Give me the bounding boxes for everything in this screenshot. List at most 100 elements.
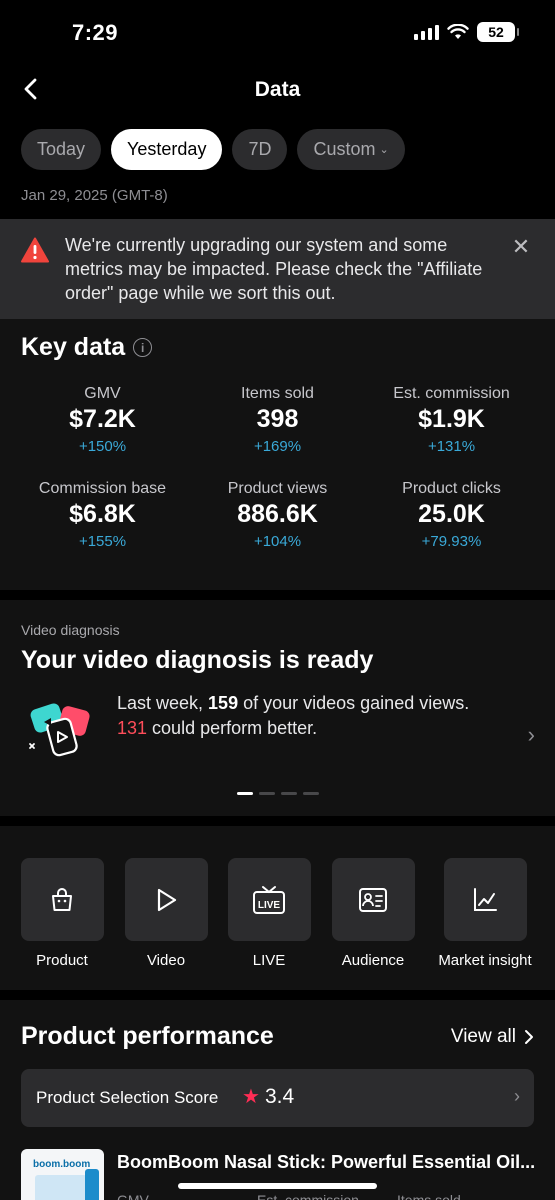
home-indicator[interactable] (178, 1183, 377, 1189)
metric-value: 25.0K (418, 500, 485, 528)
status-time: 7:29 (72, 20, 119, 45)
key-data-section: Key data i GMV $7.2K +150% Items sold 39… (0, 319, 555, 590)
shortcut-icon-box (124, 858, 208, 941)
shortcut-video[interactable]: Video (106, 858, 226, 969)
wifi-icon (447, 24, 469, 39)
carousel-dot (281, 792, 297, 795)
metric-product-views[interactable]: Product views 886.6K +104% (185, 480, 370, 550)
shortcut-icon-box (331, 858, 415, 941)
status-icons: 52 (414, 22, 519, 42)
product-name[interactable]: BoomBoom Nasal Stick: Powerful Essential… (117, 1152, 537, 1173)
live-tv-icon: LIVE (253, 885, 285, 914)
carousel-dot (259, 792, 275, 795)
page-title: Data (254, 78, 301, 101)
carousel-dot (303, 792, 319, 795)
metric-change: +131% (427, 438, 476, 455)
score-value: 3.4 (265, 1085, 295, 1108)
metric-change: +104% (253, 533, 302, 550)
video-diagnosis-illustration-icon (29, 703, 90, 757)
video-diagnosis-card[interactable]: Video diagnosis Your video diagnosis is … (0, 600, 555, 816)
metric-change: +150% (78, 438, 127, 455)
line-chart-icon (474, 887, 497, 911)
status-bar: 7:29 52 (0, 0, 555, 64)
section-title: Product performance (21, 1022, 274, 1050)
diagnosis-kicker: Video diagnosis (21, 622, 120, 638)
tab-label: Yesterday (127, 139, 207, 159)
tab-today[interactable]: Today (21, 129, 102, 170)
chevron-right-icon (525, 1030, 533, 1044)
shortcut-icon-box (443, 858, 527, 941)
header: Data (0, 64, 555, 116)
score-label: Product Selection Score (36, 1088, 219, 1107)
metric-value: $1.9K (418, 405, 485, 433)
product-thumbnail[interactable]: boom.boom (21, 1149, 104, 1200)
play-icon (157, 888, 177, 911)
metric-label: Items sold (241, 385, 314, 402)
metric-value: $7.2K (69, 405, 136, 433)
warning-icon (21, 237, 49, 263)
metric-value: $6.8K (69, 500, 136, 528)
product-selection-score-card[interactable]: Product Selection Score ★ 3.4 › (21, 1069, 534, 1127)
banner-message: We're currently upgrading our system and… (65, 235, 483, 303)
date-range-tabs: Today Yesterday 7D Custom ⌄ (21, 129, 405, 170)
metric-label: Est. commission (393, 385, 510, 402)
tab-label: 7D (248, 139, 272, 159)
battery-icon: 52 (477, 22, 519, 42)
product-stick (85, 1169, 99, 1200)
metric-product-clicks[interactable]: Product clicks 25.0K +79.93% (359, 480, 544, 550)
section-title: Key data i (21, 333, 153, 362)
shortcut-label: Audience (341, 952, 405, 969)
metric-label: GMV (84, 385, 121, 402)
metric-gmv[interactable]: GMV $7.2K +150% (10, 385, 195, 455)
star-icon: ★ (242, 1086, 260, 1108)
view-all-link[interactable]: View all (451, 1026, 534, 1048)
metric-value: 886.6K (237, 500, 318, 528)
column-header: Items sold (397, 1192, 461, 1200)
id-card-icon (359, 887, 387, 912)
chevron-right-icon[interactable]: › (528, 722, 535, 748)
info-icon[interactable]: i (133, 338, 153, 357)
tab-custom[interactable]: Custom ⌄ (297, 129, 405, 170)
column-header: Est. commission (257, 1192, 359, 1200)
metric-value: 398 (256, 405, 299, 433)
shortcut-label: LIVE (252, 952, 286, 969)
cellular-signal-icon (414, 24, 439, 40)
column-header: GMV (117, 1192, 149, 1200)
gained-count: 159 (208, 693, 239, 713)
better-count: 131 (117, 718, 148, 738)
product-metric-headers: GMV Est. commission Items sold (117, 1192, 537, 1200)
system-notice-banner: We're currently upgrading our system and… (0, 219, 555, 319)
tab-label: Custom (313, 139, 376, 159)
shortcut-icon-box: LIVE (227, 858, 311, 941)
metric-change: +155% (78, 533, 127, 550)
metric-label: Product views (227, 480, 328, 497)
metric-commission-base[interactable]: Commission base $6.8K +155% (10, 480, 195, 550)
product-box (35, 1175, 87, 1200)
shortcut-audience[interactable]: Audience (313, 858, 433, 969)
shortcut-market-insight[interactable]: Market insight (425, 858, 545, 969)
key-data-title: Key data (21, 333, 126, 361)
chevron-down-icon: ⌄ (379, 144, 389, 156)
shortcut-live[interactable]: LIVE LIVE (209, 858, 329, 969)
product-performance-section: Product performance View all Product Sel… (0, 1000, 555, 1200)
shortcut-label: Market insight (438, 952, 532, 969)
carousel-indicator (237, 792, 319, 795)
close-icon[interactable]: ✕ (509, 235, 533, 259)
shortcut-label: Product (36, 952, 88, 969)
metric-items-sold[interactable]: Items sold 398 +169% (185, 385, 370, 455)
tab-label: Today (37, 139, 86, 159)
shopping-bag-icon (52, 887, 72, 911)
metric-est-commission[interactable]: Est. commission $1.9K +131% (359, 385, 544, 455)
shortcut-product[interactable]: Product (2, 858, 122, 969)
metric-label: Product clicks (402, 480, 501, 497)
svg-text:LIVE: LIVE (258, 900, 281, 911)
diagnosis-message: Last week, 159 of your videos gained vie… (117, 693, 470, 738)
diagnosis-title: Your video diagnosis is ready (21, 646, 374, 674)
shortcut-icon-box (20, 858, 104, 941)
carousel-dot-active (237, 792, 253, 795)
tab-7d[interactable]: 7D (232, 129, 288, 170)
shortcut-label: Video (146, 952, 186, 969)
tab-yesterday[interactable]: Yesterday (111, 129, 223, 170)
view-all-label: View all (450, 1026, 516, 1047)
analytics-shortcuts: Product Video LIVE LIVE Audience Market … (0, 826, 555, 990)
